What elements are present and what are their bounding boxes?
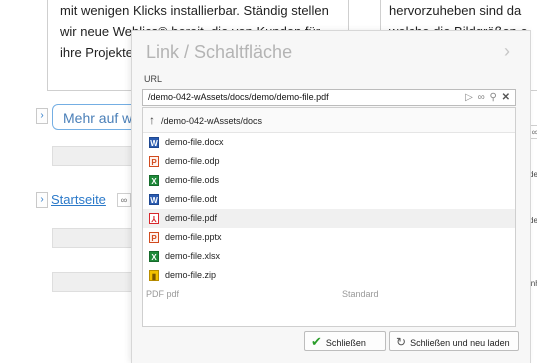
zip-icon: ▮ bbox=[149, 270, 159, 282]
file-item[interactable]: Pdemo-file.pptx bbox=[143, 228, 515, 247]
placeholder-bar bbox=[52, 228, 134, 248]
file-name: demo-file.odp bbox=[165, 156, 220, 166]
close-button[interactable]: ✔ Schließen bbox=[304, 331, 386, 351]
presentation-icon: P bbox=[149, 156, 159, 168]
file-name: demo-file.docx bbox=[165, 137, 224, 147]
link-icon[interactable]: ∞ bbox=[117, 193, 131, 207]
edit-marker-icon[interactable]: › bbox=[36, 192, 48, 208]
bg-text-line: hervorzuheben sind da bbox=[389, 3, 522, 18]
arrow-up-icon: ↑ bbox=[149, 113, 155, 127]
file-item[interactable]: Pdemo-file.odp bbox=[143, 152, 515, 171]
close-reload-label: Schließen und neu laden bbox=[410, 338, 510, 348]
presentation-icon: P bbox=[149, 232, 159, 244]
url-value: /demo-042-wAssets/docs/demo/demo-file.pd… bbox=[148, 92, 329, 102]
spreadsheet-icon: X bbox=[149, 251, 159, 263]
file-item[interactable]: Xdemo-file.xlsx bbox=[143, 247, 515, 266]
dialog-footer: ✔ Schließen ↻ Schließen und neu laden bbox=[132, 331, 530, 363]
bg-text-line: mit wenigen Klicks installierbar. Ständi… bbox=[60, 3, 329, 18]
file-item[interactable]: Wdemo-file.odt bbox=[143, 190, 515, 209]
placeholder-bar bbox=[52, 272, 134, 292]
close-reload-button[interactable]: ↻ Schließen und neu laden bbox=[389, 331, 519, 351]
more-button[interactable]: Mehr auf w bbox=[52, 104, 142, 130]
dialog-title: Link / Schaltfläche bbox=[146, 42, 293, 62]
reload-icon: ↻ bbox=[396, 335, 407, 349]
file-name: demo-file.pptx bbox=[165, 232, 222, 242]
file-item[interactable]: ▮ demo-file.zip bbox=[143, 266, 515, 285]
check-icon: ✔ bbox=[311, 334, 322, 349]
url-label: URL bbox=[144, 74, 163, 84]
parent-folder-label: /demo-042-wAssets/docs bbox=[161, 116, 263, 126]
clear-icon[interactable]: ✕ bbox=[502, 90, 511, 105]
hidden-field-peek: Standard bbox=[342, 289, 379, 299]
link-icon[interactable]: ∞ bbox=[478, 90, 486, 105]
file-name: demo-file.zip bbox=[165, 270, 217, 280]
parent-folder-item[interactable]: ↑ /demo-042-wAssets/docs bbox=[143, 108, 515, 133]
file-item[interactable]: Xdemo-file.ods bbox=[143, 171, 515, 190]
file-name: demo-file.odt bbox=[165, 194, 218, 204]
file-item-selected[interactable]: ⅄ demo-file.pdf bbox=[143, 209, 515, 228]
file-name: demo-file.xlsx bbox=[165, 251, 221, 261]
hidden-field-peek: PDF pdf bbox=[146, 289, 180, 299]
bookmark-icon[interactable]: ▷ bbox=[465, 90, 474, 105]
link-dialog: Link / Schaltfläche › URL /demo-042-wAss… bbox=[131, 30, 531, 363]
file-item[interactable]: Wdemo-file.docx bbox=[143, 133, 515, 152]
edit-marker-icon[interactable]: › bbox=[36, 108, 48, 124]
file-name: demo-file.ods bbox=[165, 175, 220, 185]
start-link[interactable]: Startseite bbox=[51, 192, 106, 207]
file-name: demo-file.pdf bbox=[165, 213, 218, 223]
placeholder-bar bbox=[52, 146, 134, 166]
search-icon[interactable]: ⚲ bbox=[490, 90, 498, 105]
file-dropdown: ↑/demo-042-wAssets/docs Wdemo-file.docx … bbox=[142, 107, 516, 327]
pdf-icon: ⅄ bbox=[149, 213, 159, 225]
word-icon: W bbox=[149, 137, 159, 149]
chevron-right-icon[interactable]: › bbox=[504, 41, 510, 62]
url-tools: ▷ ∞ ⚲ ✕ bbox=[465, 90, 511, 105]
spreadsheet-icon: X bbox=[149, 175, 159, 187]
word-icon: W bbox=[149, 194, 159, 206]
url-input[interactable]: /demo-042-wAssets/docs/demo/demo-file.pd… bbox=[142, 89, 516, 106]
close-label: Schließen bbox=[325, 338, 366, 348]
